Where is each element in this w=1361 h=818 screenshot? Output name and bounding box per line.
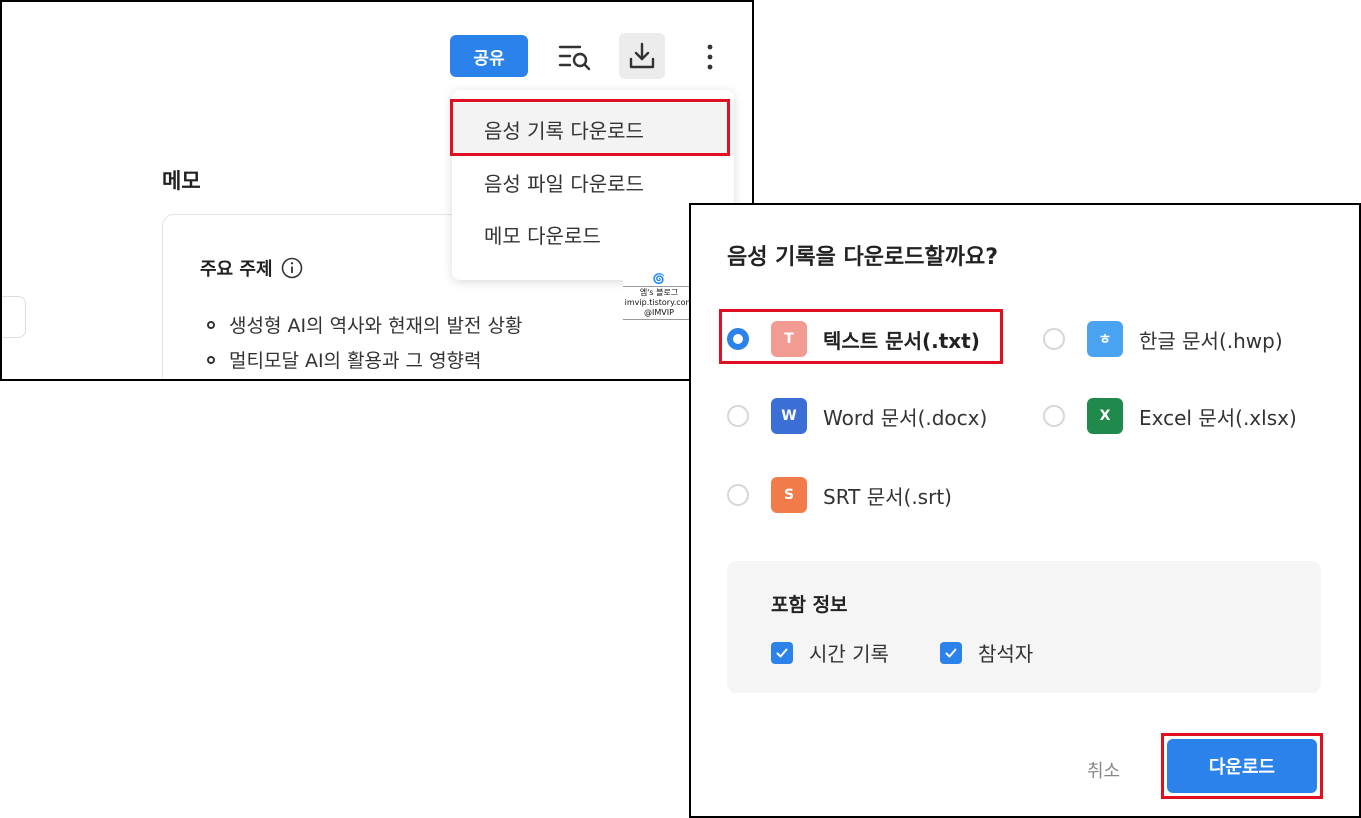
checkbox-attendees-label: 참석자 — [978, 642, 1034, 666]
checkbox-timestamps-label: 시간 기록 — [809, 642, 889, 666]
dialog-title: 음성 기록을 다운로드할까요? — [727, 245, 998, 270]
download-icon[interactable] — [619, 33, 665, 79]
include-info-section: 포함 정보 시간 기록 참석자 — [727, 561, 1321, 693]
menu-item-voice-file-download[interactable]: 음성 파일 다운로드 — [452, 156, 734, 208]
watermark-line-3: @IMVIP — [644, 308, 674, 317]
excel-file-icon: X — [1087, 398, 1123, 434]
download-highlight-box — [1161, 733, 1323, 799]
info-icon[interactable] — [281, 257, 303, 279]
topic-title: 주요 주제 — [200, 255, 303, 281]
bullet-dot-icon — [207, 355, 215, 364]
watermark-line-2: imvip.tistory.com — [624, 298, 694, 307]
checkbox-timestamps[interactable]: 시간 기록 — [771, 638, 889, 667]
checkbox-attendees[interactable]: 참석자 — [940, 638, 1033, 667]
option-hwp-label: 한글 문서(.hwp) — [1139, 328, 1283, 353]
watermark-line-1: 엠's 블로그 — [639, 288, 679, 297]
list-item: 생성형 AI의 역사와 현재의 발전 상황 — [207, 311, 523, 338]
watermark-divider — [623, 286, 695, 287]
include-info-title: 포함 정보 — [771, 594, 848, 616]
option-xlsx-label: Excel 문서(.xlsx) — [1139, 405, 1297, 430]
radio-docx[interactable] — [727, 405, 749, 427]
download-dialog: 음성 기록을 다운로드할까요? T 텍스트 문서(.txt) ㅎ 한글 문서(.… — [689, 203, 1361, 818]
radio-hwp[interactable] — [1043, 328, 1065, 350]
blog-watermark: 🌀 엠's 블로그 imvip.tistory.com @IMVIP — [623, 273, 695, 323]
srt-file-icon: S — [771, 477, 807, 513]
radio-xlsx[interactable] — [1043, 405, 1065, 427]
cancel-button[interactable]: 취소 — [1087, 757, 1120, 783]
watermark-divider — [623, 319, 695, 320]
more-vertical-icon[interactable] — [695, 37, 725, 77]
checkbox-checked-icon[interactable] — [771, 641, 793, 664]
list-item: 멀티모달 AI의 활용과 그 영향력 — [207, 346, 482, 373]
partial-input-box — [2, 296, 26, 338]
memo-title: 메모 — [162, 169, 201, 193]
share-button[interactable]: 공유 — [450, 35, 528, 77]
radio-srt[interactable] — [727, 484, 749, 506]
list-item-text: 멀티모달 AI의 활용과 그 영향력 — [229, 350, 482, 372]
word-file-icon: W — [771, 398, 807, 434]
option-xlsx[interactable]: X Excel 문서(.xlsx) — [1043, 398, 1297, 434]
option-srt[interactable]: S SRT 문서(.srt) — [727, 477, 952, 513]
topic-title-label: 주요 주제 — [200, 259, 273, 280]
option-docx[interactable]: W Word 문서(.docx) — [727, 398, 987, 434]
hwp-file-icon: ㅎ — [1087, 321, 1123, 357]
search-list-icon[interactable] — [555, 37, 595, 77]
bullet-dot-icon — [207, 320, 215, 329]
menu-highlight-box — [450, 99, 730, 156]
memo-screen-panel: 공유 메모 주요 주제 생성형 AI의 역사와 현재의 발전 상황 멀티모달 A… — [0, 0, 754, 381]
option-highlight-box — [719, 309, 1003, 364]
swirl-logo-icon: 🌀 — [652, 274, 666, 285]
list-item-text: 생성형 AI의 역사와 현재의 발전 상황 — [229, 315, 523, 337]
option-srt-label: SRT 문서(.srt) — [823, 484, 952, 509]
option-docx-label: Word 문서(.docx) — [823, 405, 988, 430]
checkbox-checked-icon[interactable] — [940, 641, 962, 664]
option-hwp[interactable]: ㅎ 한글 문서(.hwp) — [1043, 321, 1283, 357]
